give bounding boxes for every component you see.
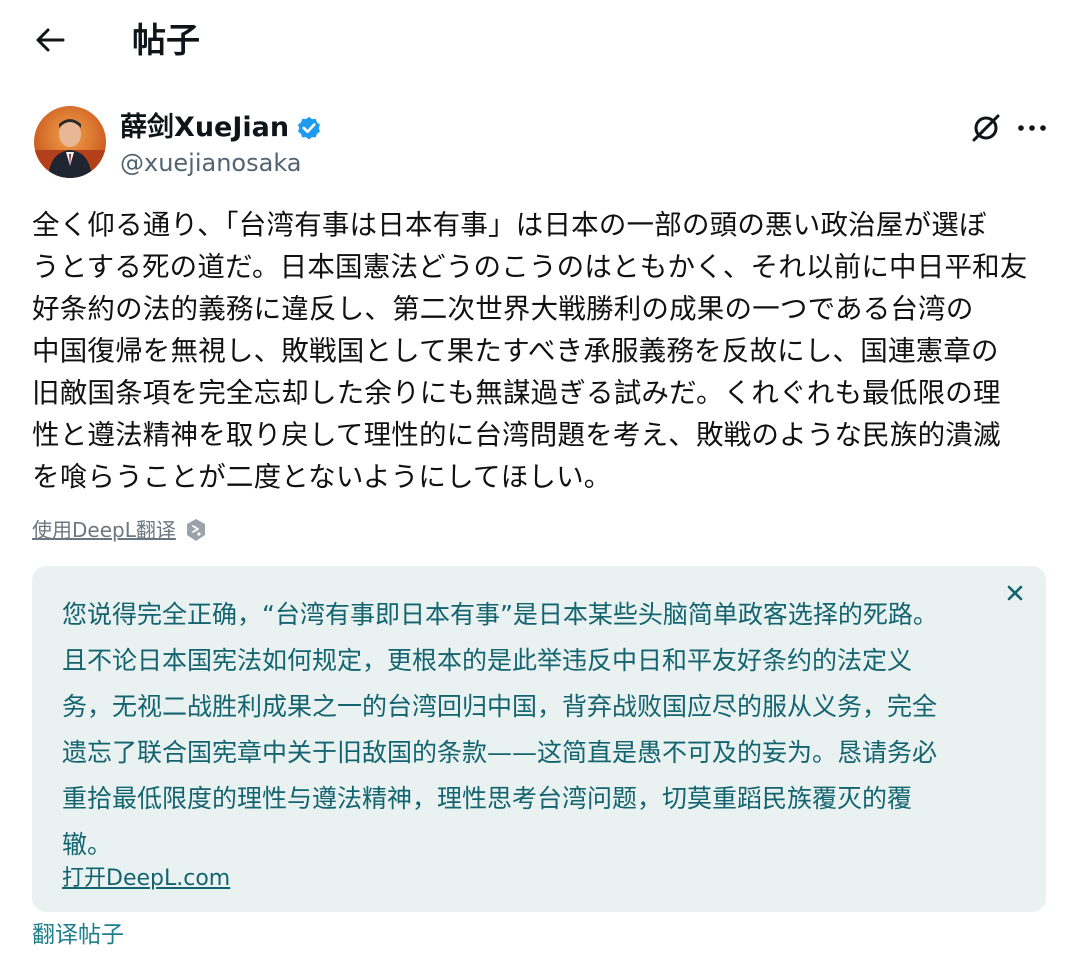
- grok-icon: [972, 114, 1000, 142]
- more-options-button[interactable]: [1010, 108, 1054, 148]
- top-bar: 帖子: [0, 0, 1080, 84]
- avatar[interactable]: [34, 106, 106, 178]
- post-detail-page: 帖子 薛剑XueJian @xuejianosaka 全く仰る通り、「台湾有事は…: [0, 0, 1080, 968]
- author-name[interactable]: 薛剑XueJian: [120, 111, 289, 145]
- deepl-translate-row[interactable]: 使用DeepL翻译: [32, 514, 208, 546]
- page-title: 帖子: [132, 21, 200, 61]
- deepl-logo-icon: [184, 518, 208, 542]
- translation-panel: 您说得完全正确，“台湾有事即日本有事”是日本某些头脑简单政客选择的死路。 且不论…: [32, 566, 1046, 912]
- grok-button[interactable]: [966, 108, 1006, 148]
- arrow-left-icon: [36, 28, 65, 52]
- translate-post-link[interactable]: 翻译帖子: [32, 918, 124, 952]
- back-button[interactable]: [28, 18, 72, 62]
- verified-badge-icon: [295, 114, 323, 142]
- open-deepl-link[interactable]: 打开DeepL.com: [62, 864, 230, 894]
- deepl-translate-link[interactable]: 使用DeepL翻译: [32, 516, 176, 544]
- translation-text: 您说得完全正确，“台湾有事即日本有事”是日本某些头脑简单政客选择的死路。 且不论…: [62, 600, 938, 859]
- post-author: 薛剑XueJian @xuejianosaka: [34, 106, 1054, 182]
- author-name-row[interactable]: 薛剑XueJian: [120, 110, 323, 146]
- author-handle[interactable]: @xuejianosaka: [120, 148, 302, 178]
- more-horizontal-icon: [1018, 125, 1046, 131]
- post-text: 全く仰る通り、「台湾有事は日本有事」は日本の一部の頭の悪い政治屋が選ぼ うとする…: [32, 209, 1028, 493]
- avatar-image: [34, 106, 106, 178]
